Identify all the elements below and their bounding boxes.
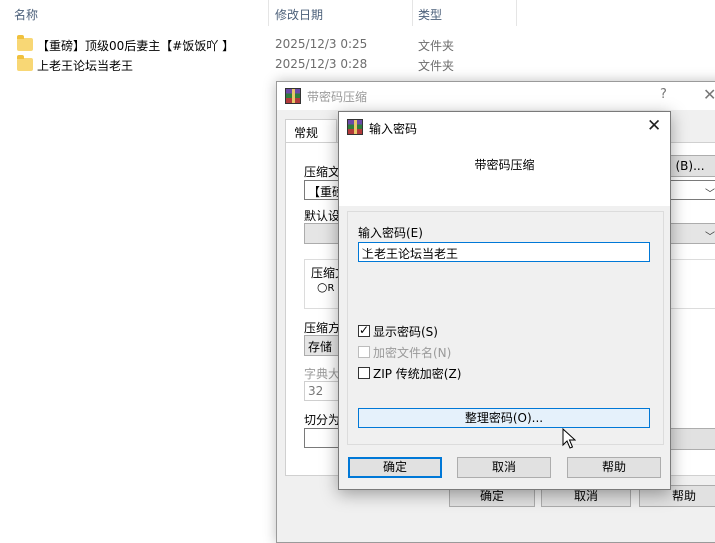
zip-legacy-checkbox[interactable] [358,367,370,379]
ok-label: 确定 [382,460,407,474]
archive-help-label: 帮助 [671,489,696,503]
folder-icon [17,35,33,51]
password-dialog-title: 输入密码 [369,122,418,136]
password-value: 上老王论坛当老王 [362,247,459,261]
file-list-row[interactable]: 上老王论坛当老王 2025/12/3 0:28 文件夹 [0,55,520,75]
ok-button[interactable]: 确定 [348,457,442,478]
tab-general-label: 常规 [294,126,319,140]
column-header-type[interactable]: 类型 [418,6,442,23]
show-password-checkbox[interactable]: ✓ [358,323,370,337]
folder-icon [17,55,33,71]
chevron-down-icon[interactable]: ﹀ [362,245,372,260]
zip-legacy-label[interactable]: ZIP 传统加密(Z) [373,365,461,382]
winrar-icon [347,119,363,135]
organize-passwords-button[interactable]: 整理密码(O)... [358,408,650,428]
password-dialog: 输入密码 ✕ 带密码压缩 输入密码(E) 上老王论坛当老王 ﹀ ✓ 显示密码(S… [338,111,671,490]
organize-passwords-label: 整理密码(O)... [464,411,544,425]
help-icon[interactable]: ? [660,87,667,102]
column-divider[interactable] [412,0,413,26]
file-type: 文件夹 [418,59,455,73]
password-dialog-titlebar[interactable]: 输入密码 ✕ [339,112,670,142]
mouse-pointer-icon [562,428,576,449]
profile-banner: 带密码压缩 [339,142,670,206]
file-type: 文件夹 [418,39,455,53]
file-name: 上老王论坛当老王 [37,59,134,73]
dictionary-label: 字典大 [304,367,341,381]
archive-dialog-title: 带密码压缩 [307,90,368,104]
file-date: 2025/12/3 0:25 [275,37,368,51]
format-radio-label: R [327,283,335,294]
default-profile-label: 默认设 [304,209,341,223]
archive-cancel-label: 取消 [573,489,598,503]
tab-general[interactable]: 常规 [285,119,337,144]
file-list-row[interactable]: 【重磅】顶级00后妻主【#饭饭吖 】 2025/12/3 0:25 文件夹 [0,35,520,55]
cancel-button[interactable]: 取消 [457,457,551,478]
column-divider[interactable] [516,0,517,26]
column-divider[interactable] [268,0,269,26]
file-name: 【重磅】顶级00后妻主【#饭饭吖 】 [37,39,235,53]
password-label: 输入密码(E) [358,226,423,240]
format-radio[interactable]: ○R [317,280,334,294]
chevron-down-icon[interactable]: ﹀ [705,228,715,243]
dictionary-value: 32 [308,384,324,398]
cancel-label: 取消 [491,460,516,474]
encrypt-filenames-label: 加密文件名(N) [373,346,452,360]
archive-name-label: 压缩文 [304,165,341,179]
help-button[interactable]: 帮助 [567,457,661,478]
profile-name: 带密码压缩 [474,158,535,172]
chevron-down-icon[interactable]: ﹀ [705,185,715,200]
browse-button-label: (B)... [675,159,705,173]
column-header-date[interactable]: 修改日期 [275,6,323,23]
close-icon[interactable]: ✕ [647,116,661,136]
archive-dialog-titlebar[interactable]: 带密码压缩 ? ✕ [277,82,715,110]
winrar-icon [285,88,301,104]
encrypt-filenames-checkbox[interactable] [358,346,370,358]
help-label: 帮助 [601,460,626,474]
password-panel: 输入密码(E) 上老王论坛当老王 ﹀ ✓ 显示密码(S) 加密文件名(N) ZI… [347,211,664,445]
method-value: 存储 [308,340,333,354]
file-date: 2025/12/3 0:28 [275,57,368,71]
close-icon[interactable]: ✕ [703,85,715,104]
show-password-label[interactable]: 显示密码(S) [373,323,438,340]
method-label: 压缩方 [304,321,341,335]
split-label: 切分为 [304,413,341,427]
archive-ok-label: 确定 [479,489,504,503]
column-header-name[interactable]: 名称 [14,6,38,23]
checkmark-icon: ✓ [359,323,370,337]
password-input[interactable]: 上老王论坛当老王 ﹀ [358,242,650,262]
